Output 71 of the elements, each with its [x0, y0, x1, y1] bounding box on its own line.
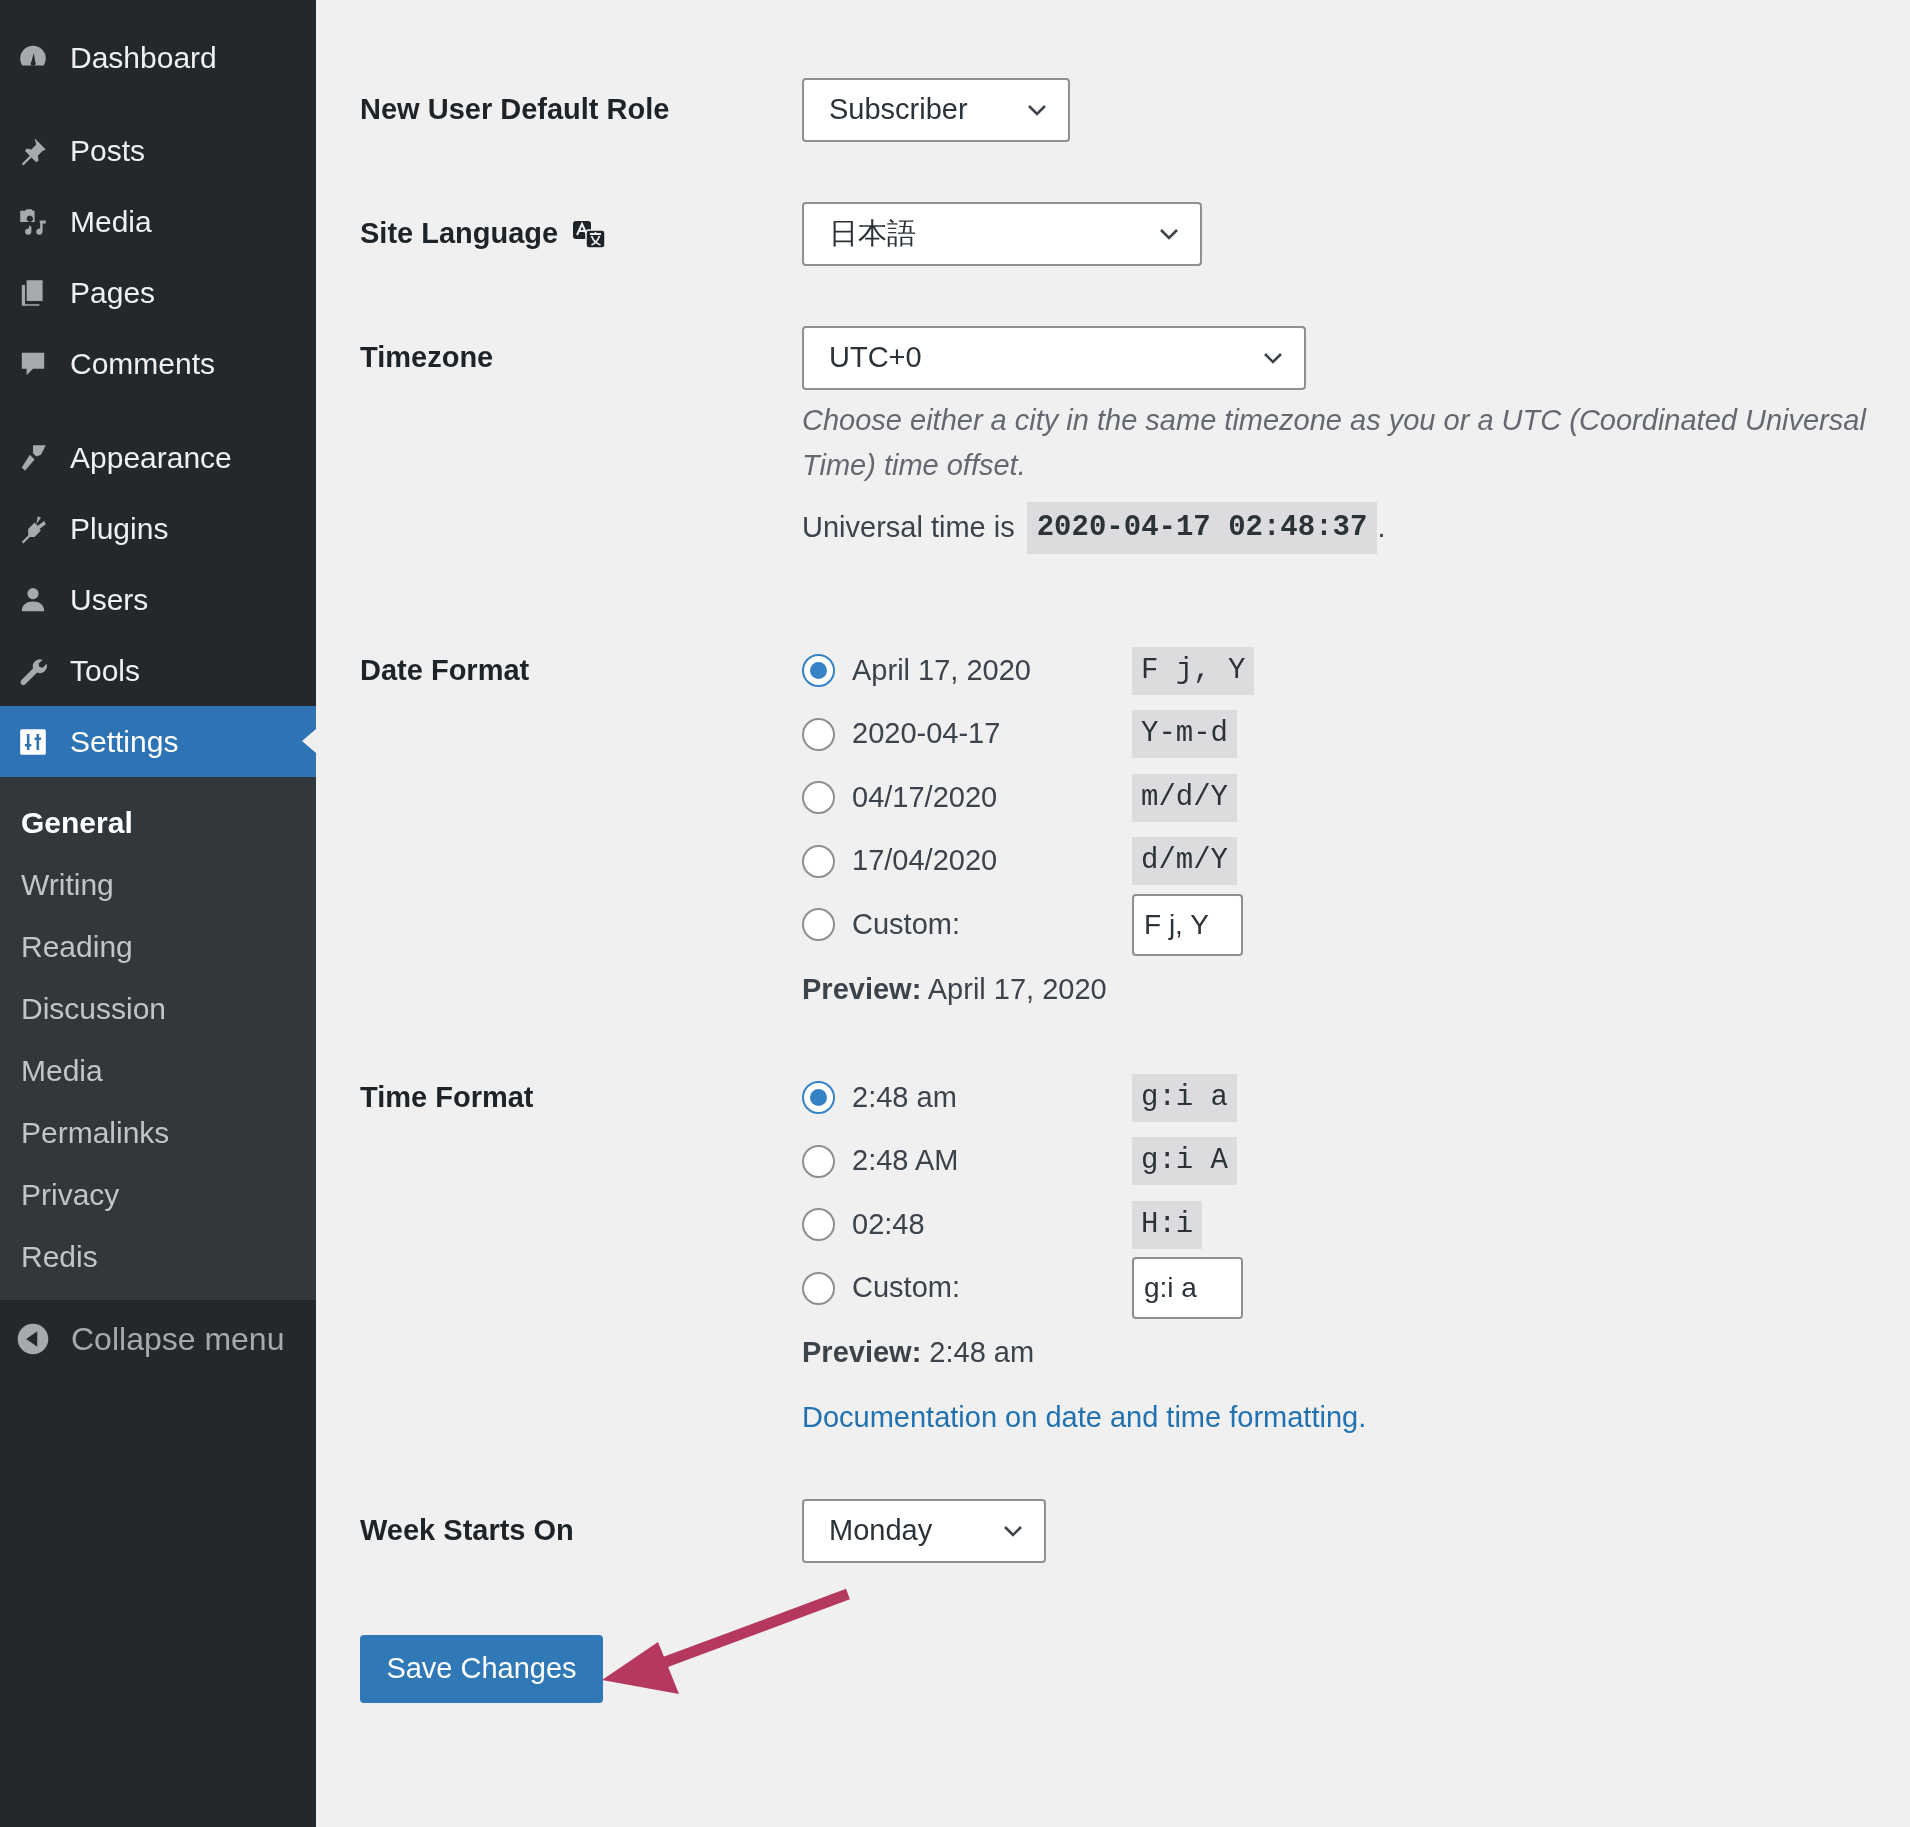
- field-label: Time Format: [360, 1079, 534, 1115]
- save-changes-button[interactable]: Save Changes: [360, 1634, 603, 1703]
- radio-button[interactable]: [802, 1081, 835, 1114]
- radio-button[interactable]: [802, 1208, 835, 1241]
- dropdown-select[interactable]: Subscriber: [802, 78, 1070, 142]
- option-label: 02:48: [852, 1206, 926, 1242]
- submenu-item[interactable]: Reading: [0, 915, 316, 977]
- chevron-down-icon: [1262, 351, 1284, 365]
- translation-icon: [572, 219, 607, 249]
- radio-button[interactable]: [802, 717, 835, 751]
- submenu-item[interactable]: Privacy: [0, 1163, 316, 1225]
- chevron-down-icon: [1026, 103, 1048, 117]
- sidebar-item[interactable]: Users: [0, 564, 316, 635]
- format-code: m/d/Y: [1132, 773, 1237, 822]
- option-label: Custom:: [852, 906, 961, 942]
- collapse-icon: [16, 1322, 50, 1356]
- option-label: 2:48 am: [852, 1079, 958, 1115]
- sidebar-item[interactable]: Appearance: [0, 422, 316, 493]
- sidebar-item[interactable]: Posts: [0, 115, 316, 186]
- custom-format-input[interactable]: g:i a: [1132, 1257, 1243, 1319]
- field-label: Date Format: [360, 652, 530, 688]
- format-code: H:i: [1132, 1200, 1203, 1249]
- pointer-triangle: [302, 729, 316, 753]
- field-label: Site Language: [360, 216, 559, 252]
- chevron-down-icon: [1002, 1523, 1024, 1538]
- sidebar-item[interactable]: Media: [0, 186, 316, 257]
- option-label: 17/04/2020: [852, 843, 999, 879]
- format-preview: Preview: April 17, 2020: [802, 971, 1108, 1007]
- field-label: New User Default Role: [360, 92, 670, 128]
- sidebar-item[interactable]: Tools: [0, 635, 316, 706]
- submenu-item[interactable]: Writing: [0, 853, 316, 915]
- option-label: April 17, 2020: [852, 652, 1032, 688]
- radio-button[interactable]: [802, 844, 835, 878]
- format-code: Y-m-d: [1132, 710, 1237, 758]
- format-code: g:i a: [1132, 1073, 1237, 1122]
- period-text: .: [1377, 510, 1386, 545]
- dropdown-select[interactable]: UTC+0: [802, 326, 1306, 390]
- universal-time-label: Universal time is: [802, 510, 1015, 545]
- submenu-item[interactable]: Media: [0, 1039, 316, 1101]
- radio-button[interactable]: [802, 654, 835, 687]
- sidebar-item[interactable]: Settings: [0, 706, 316, 777]
- submenu-item[interactable]: General: [0, 791, 316, 853]
- timezone-description: Choose either a city in the same timezone as you or a UTC (Coordinated Universal Time) time offset.: [802, 403, 1868, 483]
- sidebar-item[interactable]: Comments: [0, 328, 316, 399]
- option-label: 2020-04-17: [852, 716, 1002, 752]
- sidebar-item[interactable]: Pages: [0, 257, 316, 328]
- submenu-item[interactable]: Discussion: [0, 977, 316, 1039]
- radio-button[interactable]: [802, 781, 835, 814]
- collapse-menu-button[interactable]: Collapse menu: [0, 1300, 316, 1378]
- format-code: F j, Y: [1132, 646, 1255, 695]
- submenu-item[interactable]: Permalinks: [0, 1101, 316, 1163]
- option-label: 04/17/2020: [852, 779, 999, 815]
- option-label: 2:48 AM: [852, 1143, 960, 1179]
- radio-button[interactable]: [802, 908, 835, 941]
- documentation-link[interactable]: Documentation on date and time formatting.: [802, 1396, 1367, 1440]
- format-code: g:i A: [1132, 1137, 1237, 1185]
- sidebar-item[interactable]: Dashboard: [0, 22, 316, 92]
- format-preview: Preview: 2:48 am: [802, 1335, 1036, 1370]
- format-code: d/m/Y: [1132, 837, 1237, 885]
- radio-button[interactable]: [802, 1271, 835, 1305]
- option-label: Custom:: [852, 1270, 961, 1306]
- sidebar-item[interactable]: Plugins: [0, 493, 316, 564]
- field-label: Timezone: [360, 340, 494, 376]
- submenu-item[interactable]: Redis: [0, 1225, 316, 1287]
- dropdown-select[interactable]: 日本語: [802, 202, 1202, 266]
- custom-format-input[interactable]: F j, Y: [1132, 893, 1243, 956]
- radio-button[interactable]: [802, 1144, 835, 1178]
- chevron-down-icon: [1158, 227, 1180, 241]
- field-label: Week Starts On: [360, 1512, 574, 1548]
- universal-time-value: 2020-04-17 02:48:37: [1026, 502, 1378, 554]
- dropdown-select[interactable]: Monday: [802, 1498, 1046, 1563]
